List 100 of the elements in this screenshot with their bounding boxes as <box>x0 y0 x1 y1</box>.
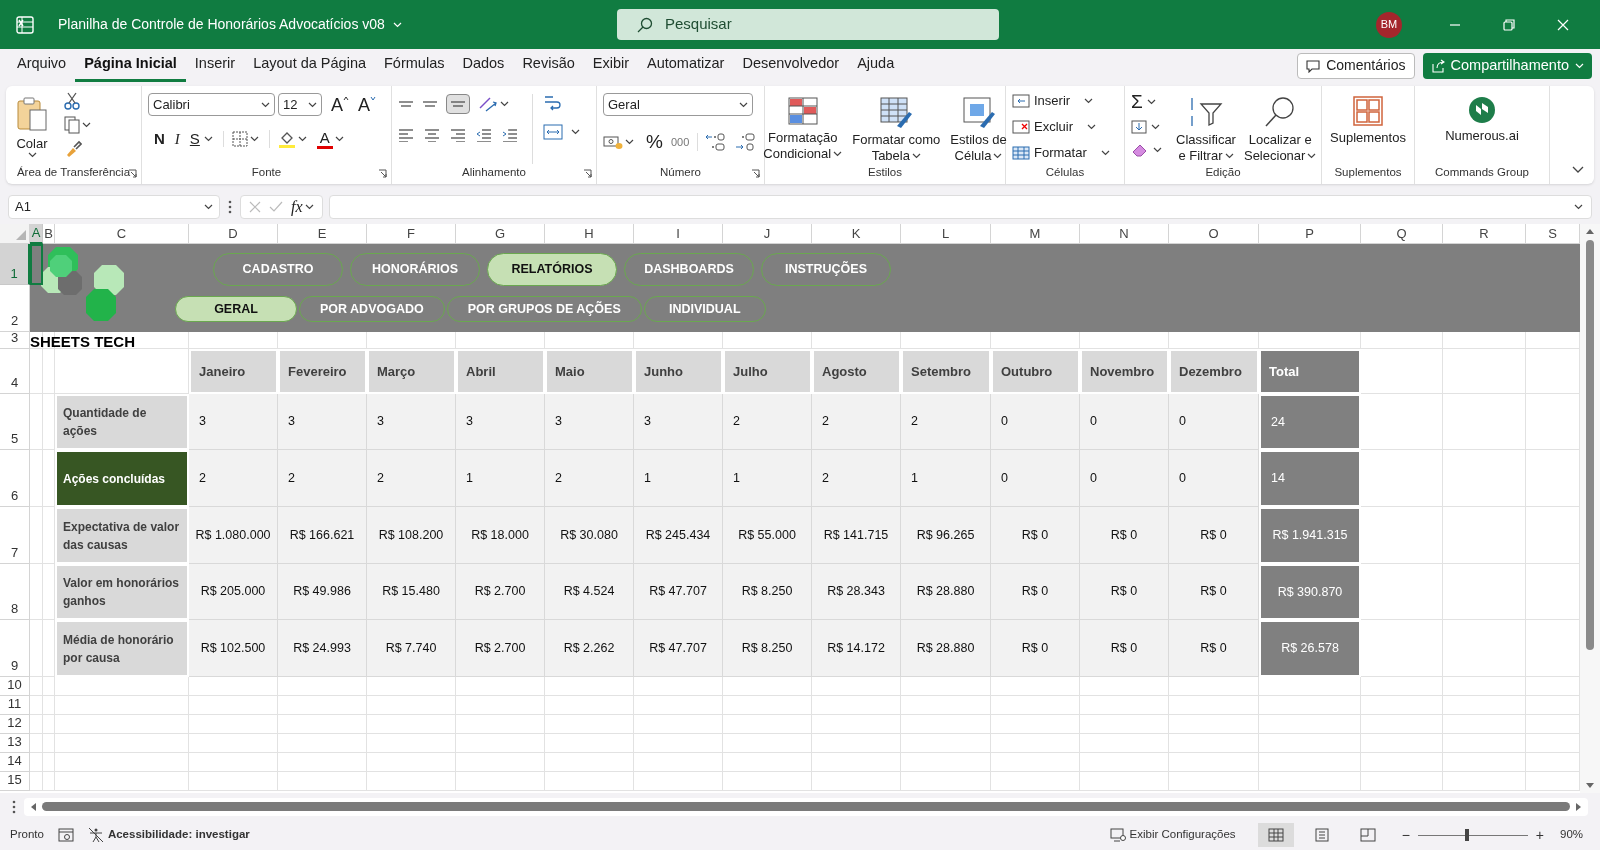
add-ins-button[interactable]: Suplementos <box>1326 90 1410 164</box>
scroll-right-icon[interactable] <box>1576 802 1582 811</box>
search-field[interactable]: Pesquisar <box>617 9 999 40</box>
delete-button[interactable]: Excluir <box>1012 117 1110 137</box>
column-header[interactable]: S <box>1526 224 1580 244</box>
currency-button[interactable] <box>603 134 634 151</box>
format-button[interactable]: Formatar <box>1012 143 1110 163</box>
menu-tab[interactable]: Fórmulas <box>375 49 454 82</box>
column-header[interactable]: M <box>991 224 1080 244</box>
find-select-button[interactable]: Localizar e Selecionar <box>1239 90 1321 164</box>
user-avatar[interactable]: BM <box>1376 11 1402 38</box>
row-header[interactable]: 15 <box>0 772 30 791</box>
column-header[interactable]: A <box>30 224 43 244</box>
nav-button[interactable]: DASHBOARDS <box>624 253 754 286</box>
underline-button[interactable]: S <box>189 128 213 151</box>
row-header[interactable]: 3 <box>0 332 30 349</box>
autosum-button[interactable]: Σ <box>1131 92 1162 112</box>
nav-button[interactable]: RELATÓRIOS <box>487 253 617 286</box>
insert-button[interactable]: Inserir <box>1012 91 1110 111</box>
clear-button[interactable] <box>1131 142 1162 158</box>
menu-tab[interactable]: Layout da Página <box>244 49 375 82</box>
copy-button[interactable] <box>64 116 91 134</box>
horizontal-scrollbar[interactable] <box>24 797 1588 816</box>
row-header[interactable]: 13 <box>0 734 30 753</box>
column-header[interactable]: K <box>812 224 901 244</box>
name-box[interactable]: A1 <box>8 195 220 219</box>
cell-styles-button[interactable]: Estilos de Célula <box>946 90 1011 164</box>
column-header[interactable]: Q <box>1361 224 1443 244</box>
align-center-button[interactable] <box>424 128 440 142</box>
dialog-launcher-icon[interactable] <box>751 169 760 178</box>
fill-button[interactable] <box>1131 119 1162 135</box>
bold-button[interactable]: N <box>154 128 165 151</box>
dialog-launcher-icon[interactable] <box>583 169 592 178</box>
row-header[interactable]: 5 <box>0 394 30 450</box>
fill-color-button[interactable] <box>268 130 307 149</box>
more-options-icon[interactable] <box>228 200 232 214</box>
row-header[interactable]: 7 <box>0 507 30 564</box>
zoom-slider[interactable] <box>1417 829 1528 841</box>
formula-input[interactable] <box>328 195 1592 219</box>
column-header[interactable]: B <box>43 224 55 244</box>
font-name-field[interactable]: Calibri <box>148 93 275 116</box>
column-header[interactable]: O <box>1169 224 1259 244</box>
share-button[interactable]: Compartilhamento <box>1422 52 1592 79</box>
scroll-down-icon[interactable] <box>1586 783 1594 789</box>
subnav-button[interactable]: POR ADVOGADO <box>299 296 445 322</box>
row-header[interactable]: 11 <box>0 696 30 715</box>
borders-button[interactable] <box>222 131 259 148</box>
menu-tab[interactable]: Página Inicial <box>75 49 186 82</box>
comments-button[interactable]: Comentários <box>1297 52 1415 79</box>
menu-tab[interactable]: Arquivo <box>8 49 76 82</box>
decrease-indent-button[interactable] <box>476 128 492 142</box>
collapse-ribbon-icon[interactable] <box>1572 166 1584 174</box>
paste-button[interactable]: Colar <box>12 90 52 164</box>
row-header[interactable]: 6 <box>0 450 30 507</box>
subnav-button[interactable]: INDIVIDUAL <box>643 296 766 322</box>
column-header[interactable]: N <box>1080 224 1169 244</box>
nav-button[interactable]: HONORÁRIOS <box>350 253 480 286</box>
column-header[interactable]: I <box>634 224 723 244</box>
merge-button[interactable] <box>543 124 580 140</box>
accessibility-button[interactable]: Acessibilidade: investigar <box>87 826 250 844</box>
thousands-button[interactable]: 000 <box>670 134 690 151</box>
decrease-font-button[interactable]: A <box>358 95 377 114</box>
display-settings-button[interactable]: Exibir Configurações <box>1109 826 1236 844</box>
nav-button[interactable]: INSTRUÇÕES <box>761 253 891 286</box>
scroll-thumb[interactable] <box>1586 240 1594 650</box>
view-button[interactable] <box>1257 823 1294 847</box>
slider-thumb[interactable] <box>1465 829 1470 841</box>
menu-tab[interactable]: Desenvolvedor <box>733 49 849 82</box>
row-header[interactable]: 4 <box>0 349 30 394</box>
row-header[interactable]: 2 <box>0 285 30 332</box>
row-header[interactable]: 12 <box>0 715 30 734</box>
menu-tab[interactable]: Ajuda <box>848 49 904 82</box>
align-right-button[interactable] <box>450 128 466 142</box>
percent-button[interactable]: % <box>646 128 663 157</box>
column-header[interactable]: D <box>189 224 278 244</box>
row-header[interactable]: 1 <box>0 244 30 285</box>
menu-tab[interactable]: Inserir <box>185 49 245 82</box>
vertical-scrollbar[interactable] <box>1580 224 1600 793</box>
row-header[interactable]: 14 <box>0 753 30 772</box>
increase-indent-button[interactable] <box>502 128 518 142</box>
numerous-button[interactable]: Numerous.ai <box>1441 90 1523 164</box>
scroll-thumb[interactable] <box>42 802 1570 811</box>
font-color-button[interactable]: A <box>316 129 344 149</box>
zoom-out-button[interactable]: − <box>1401 824 1410 846</box>
menu-tab[interactable]: Dados <box>453 49 514 82</box>
column-header[interactable]: J <box>723 224 812 244</box>
macro-record-icon[interactable] <box>57 828 74 842</box>
format-as-table-button[interactable]: Formatar como Tabela <box>848 90 945 164</box>
menu-tab[interactable]: Revisão <box>513 49 584 82</box>
more-options-icon[interactable] <box>12 799 16 814</box>
row-header[interactable]: 10 <box>0 677 30 696</box>
column-header[interactable]: H <box>545 224 634 244</box>
column-header[interactable]: F <box>367 224 456 244</box>
number-format-field[interactable]: Geral <box>603 93 753 116</box>
dialog-launcher-icon[interactable] <box>378 169 387 178</box>
bottom-align-button[interactable] <box>446 94 470 114</box>
subnav-button[interactable]: GERAL <box>175 296 297 322</box>
subnav-button[interactable]: POR GRUPOS DE AÇÕES <box>446 296 642 322</box>
column-header[interactable]: L <box>901 224 991 244</box>
row-header[interactable]: 9 <box>0 620 30 677</box>
